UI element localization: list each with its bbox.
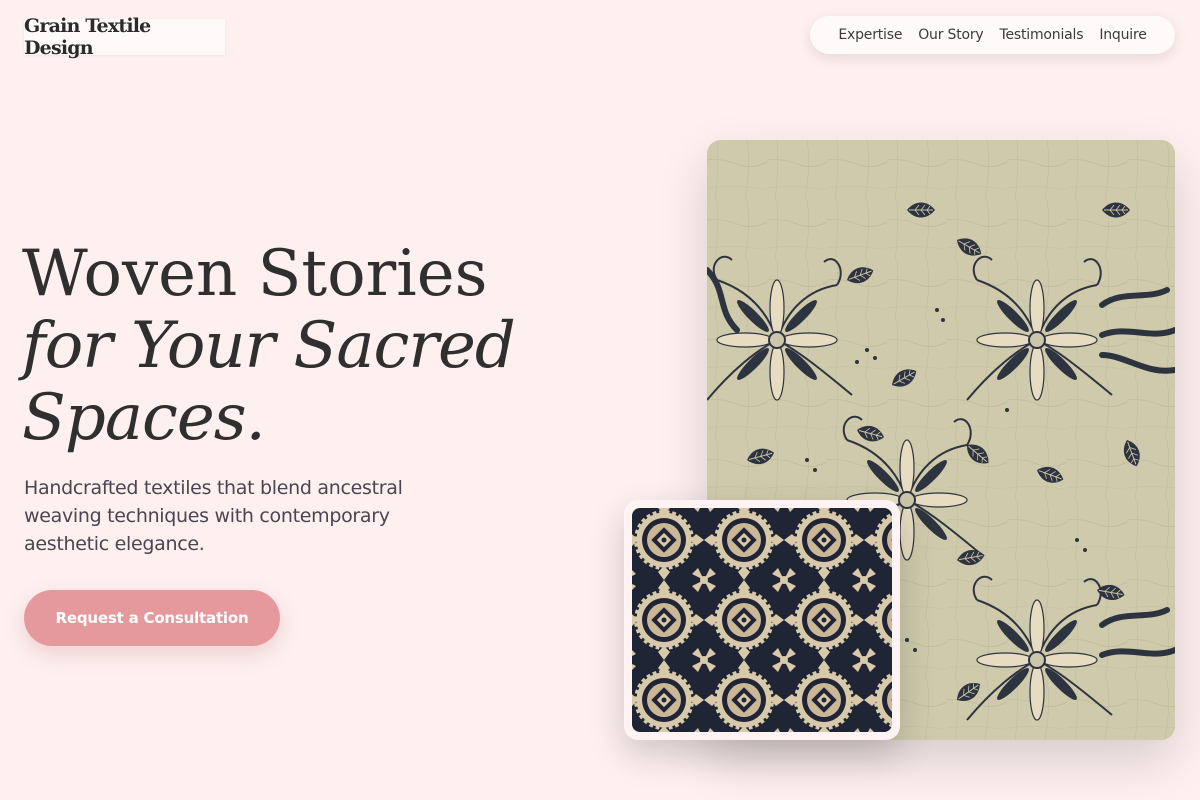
nav-item-our-story[interactable]: Our Story: [918, 27, 983, 43]
nav-item-expertise[interactable]: Expertise: [838, 27, 902, 43]
brand-name: Grain Textile Design: [24, 15, 151, 59]
main-nav: Expertise Our Story Testimonials Inquire: [810, 16, 1175, 54]
batik-geometric-textile-image: [632, 508, 892, 732]
hero-subtitle: Handcrafted textiles that blend ancestra…: [24, 477, 403, 555]
secondary-image-frame: [624, 500, 900, 740]
headline-line-2: for Your Sacred: [22, 309, 516, 383]
headline-line-1: Woven Stories: [22, 237, 488, 311]
nav-item-inquire[interactable]: Inquire: [1099, 27, 1147, 43]
hero-headline: Woven Stories for Your Sacred Spaces.: [22, 237, 516, 455]
request-consultation-button[interactable]: Request a Consultation: [24, 590, 280, 646]
headline-line-3: Spaces.: [22, 381, 266, 455]
brand-logo[interactable]: Grain Textile Design: [24, 15, 225, 59]
nav-item-testimonials[interactable]: Testimonials: [1000, 27, 1084, 43]
